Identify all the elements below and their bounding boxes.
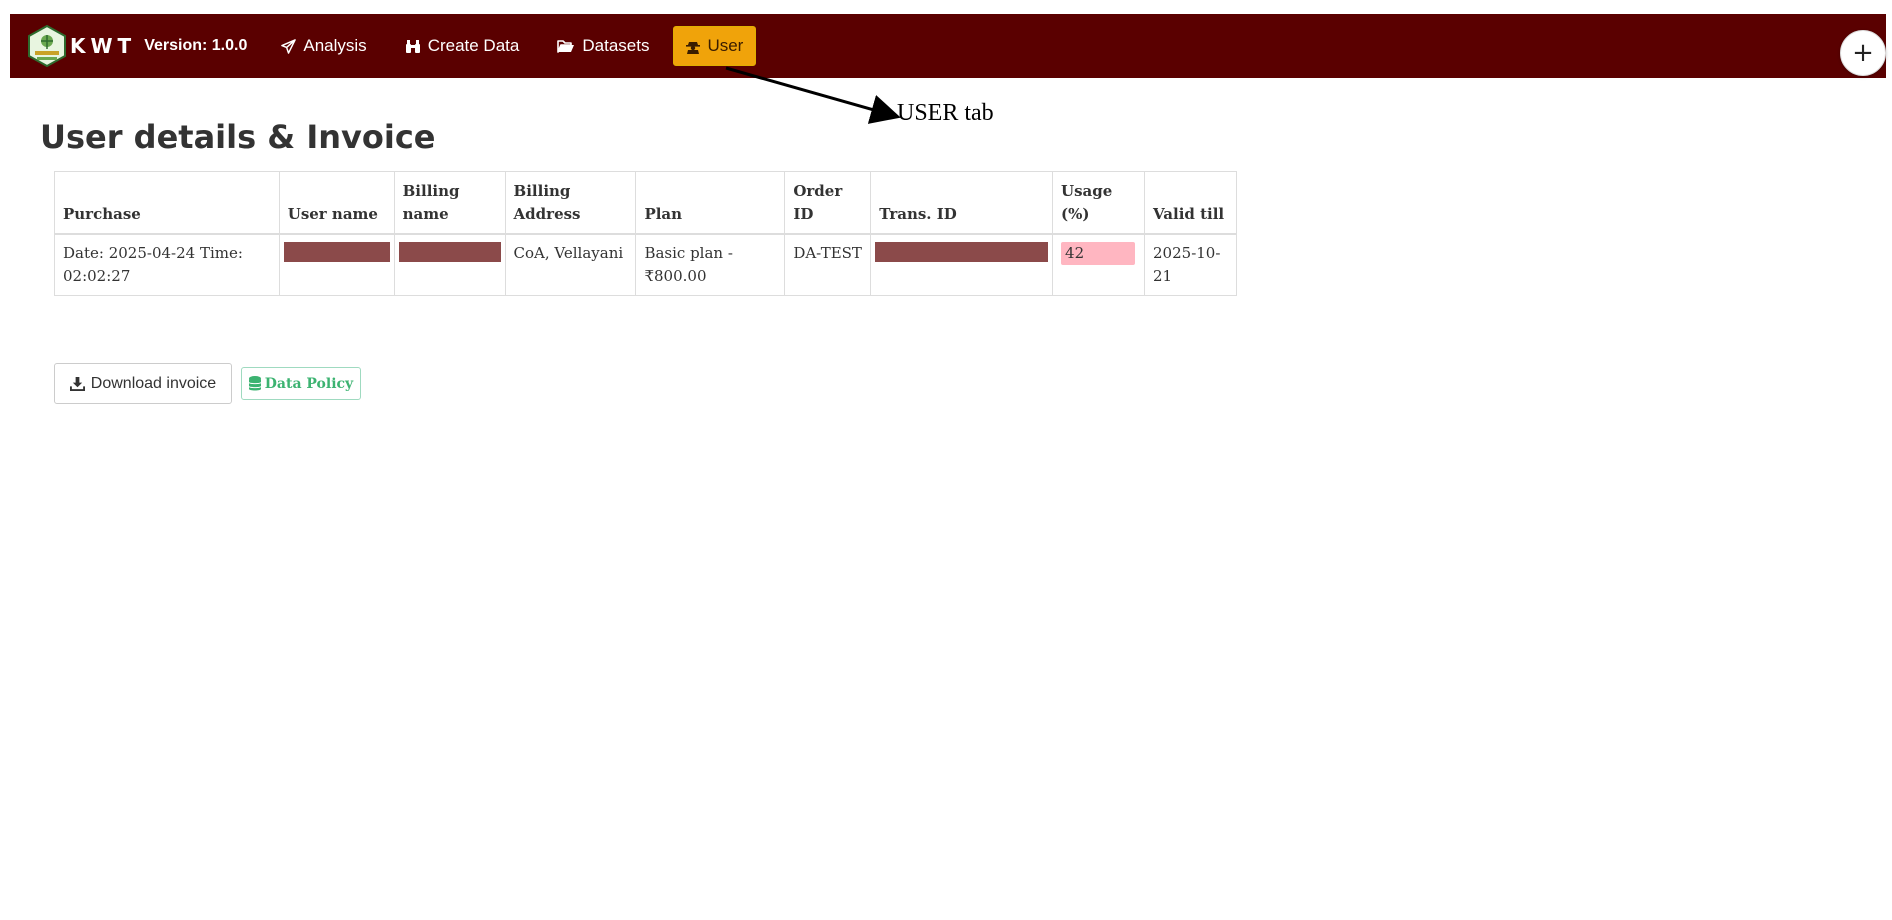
usage-badge: 42 (1061, 241, 1136, 265)
page-title: User details & Invoice (40, 118, 436, 156)
data-policy-label: Data Policy (264, 375, 354, 392)
cell-order-id: DA-TEST (784, 233, 872, 296)
cell-purchase: Date: 2025-04-24 Time: 02:02:27 (54, 233, 280, 296)
redacted-billing-name (398, 241, 501, 262)
redacted-user-name (283, 241, 390, 262)
table-header-row: Purchase User name Billing name Billing … (54, 171, 1237, 234)
col-header-purchase: Purchase (54, 171, 280, 234)
col-header-usage: Usage (%) (1052, 171, 1146, 234)
col-header-billing-name: Billing name (393, 171, 506, 234)
download-invoice-button[interactable]: Download invoice (54, 363, 232, 404)
cell-trans-id (870, 233, 1054, 296)
cell-billing-address: CoA, Vellayani (504, 233, 637, 296)
database-icon (248, 376, 261, 391)
user-details-table: Purchase User name Billing name Billing … (54, 171, 1237, 296)
col-header-billing-address: Billing Address (504, 171, 637, 234)
cell-plan: Basic plan - ₹800.00 (635, 233, 786, 296)
cell-user-name (278, 233, 395, 296)
col-header-order-id: Order ID (784, 171, 872, 234)
download-icon (69, 376, 85, 391)
data-policy-button[interactable]: Data Policy (241, 367, 361, 400)
cell-usage: 42 (1052, 233, 1146, 296)
cell-valid-till: 2025-10-21 (1144, 233, 1237, 296)
col-header-trans-id: Trans. ID (870, 171, 1054, 234)
table-row: Date: 2025-04-24 Time: 02:02:27 CoA, Vel… (54, 233, 1237, 296)
download-invoice-label: Download invoice (90, 374, 217, 392)
redacted-trans-id (875, 241, 1049, 262)
annotation-label: USER tab (897, 100, 994, 126)
cell-billing-name (393, 233, 506, 296)
col-header-valid-till: Valid till (1144, 171, 1237, 234)
col-header-plan: Plan (635, 171, 786, 234)
col-header-user-name: User name (278, 171, 395, 234)
